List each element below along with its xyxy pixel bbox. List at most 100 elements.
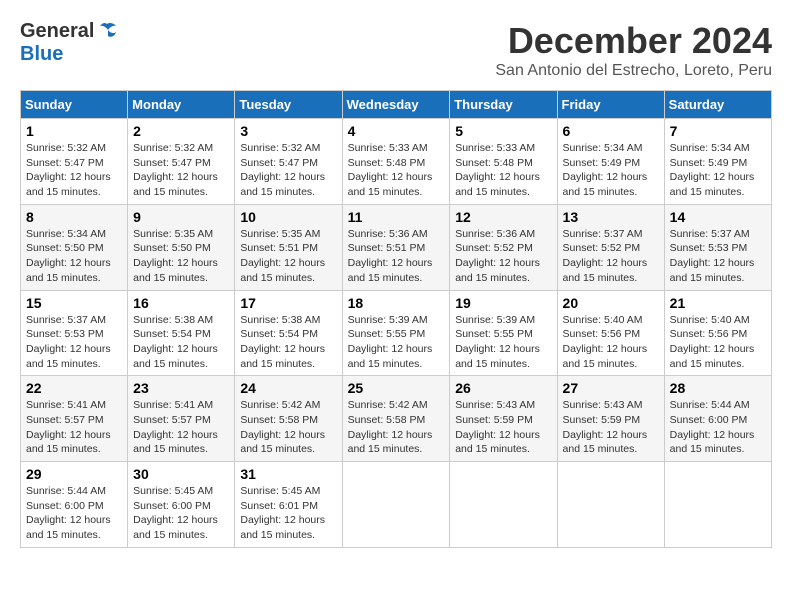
day-number: 6: [563, 123, 659, 139]
calendar-header-row: SundayMondayTuesdayWednesdayThursdayFrid…: [21, 91, 772, 119]
day-info: Sunrise: 5:33 AMSunset: 5:48 PMDaylight:…: [348, 141, 445, 200]
calendar-header-sunday: Sunday: [21, 91, 128, 119]
day-number: 12: [455, 209, 551, 225]
day-info: Sunrise: 5:32 AMSunset: 5:47 PMDaylight:…: [240, 141, 336, 200]
calendar-cell: 4Sunrise: 5:33 AMSunset: 5:48 PMDaylight…: [342, 119, 450, 205]
calendar-cell: 15 Sunrise: 5:37 AMSunset: 5:53 PMDayligh…: [21, 290, 128, 376]
day-info: Sunrise: 5:39 AMSunset: 5:55 PMDaylight:…: [455, 313, 551, 372]
day-info: Sunrise: 5:40 AMSunset: 5:56 PMDaylight:…: [563, 313, 659, 372]
day-info: Sunrise: 5:35 AMSunset: 5:51 PMDaylight:…: [240, 227, 336, 286]
day-number: 9: [133, 209, 229, 225]
location-subtitle: San Antonio del Estrecho, Loreto, Peru: [495, 62, 772, 80]
calendar-table: SundayMondayTuesdayWednesdayThursdayFrid…: [20, 90, 772, 548]
calendar-week-row: 8 Sunrise: 5:34 AMSunset: 5:50 PMDaylight…: [21, 204, 772, 290]
logo: General Blue: [20, 20, 118, 66]
calendar-cell: 22 Sunrise: 5:41 AMSunset: 5:57 PMDayligh…: [21, 376, 128, 462]
day-info: Sunrise: 5:37 AMSunset: 5:53 PMDaylight:…: [26, 313, 122, 372]
calendar-week-row: 15 Sunrise: 5:37 AMSunset: 5:53 PMDayligh…: [21, 290, 772, 376]
day-info: Sunrise: 5:44 AMSunset: 6:00 PMDaylight:…: [26, 484, 122, 543]
calendar-cell: [450, 462, 557, 548]
calendar-cell: 14Sunrise: 5:37 AMSunset: 5:53 PMDayligh…: [664, 204, 771, 290]
day-info: Sunrise: 5:41 AMSunset: 5:57 PMDaylight:…: [26, 398, 122, 457]
logo-blue: Blue: [20, 43, 63, 65]
day-number: 8: [26, 209, 122, 225]
calendar-cell: 31Sunrise: 5:45 AMSunset: 6:01 PMDayligh…: [235, 462, 342, 548]
day-number: 19: [455, 295, 551, 311]
day-number: 16: [133, 295, 229, 311]
day-number: 21: [670, 295, 766, 311]
day-info: Sunrise: 5:35 AMSunset: 5:50 PMDaylight:…: [133, 227, 229, 286]
month-title: December 2024: [495, 20, 772, 62]
day-info: Sunrise: 5:39 AMSunset: 5:55 PMDaylight:…: [348, 313, 445, 372]
day-number: 28: [670, 380, 766, 396]
day-number: 5: [455, 123, 551, 139]
day-info: Sunrise: 5:43 AMSunset: 5:59 PMDaylight:…: [563, 398, 659, 457]
calendar-cell: 26 Sunrise: 5:43 AMSunset: 5:59 PMDayligh…: [450, 376, 557, 462]
calendar-week-row: 29Sunrise: 5:44 AMSunset: 6:00 PMDayligh…: [21, 462, 772, 548]
calendar-week-row: 22 Sunrise: 5:41 AMSunset: 5:57 PMDayligh…: [21, 376, 772, 462]
day-number: 17: [240, 295, 336, 311]
day-info: Sunrise: 5:40 AMSunset: 5:56 PMDaylight:…: [670, 313, 766, 372]
day-number: 27: [563, 380, 659, 396]
day-number: 26: [455, 380, 551, 396]
day-info: Sunrise: 5:44 AMSunset: 6:00 PMDaylight:…: [670, 398, 766, 457]
calendar-cell: 9 Sunrise: 5:35 AMSunset: 5:50 PMDaylight…: [128, 204, 235, 290]
title-area: December 2024 San Antonio del Estrecho, …: [495, 20, 772, 80]
calendar-header-thursday: Thursday: [450, 91, 557, 119]
day-info: Sunrise: 5:42 AMSunset: 5:58 PMDaylight:…: [240, 398, 336, 457]
calendar-header-tuesday: Tuesday: [235, 91, 342, 119]
day-number: 15: [26, 295, 122, 311]
day-info: Sunrise: 5:34 AMSunset: 5:49 PMDaylight:…: [563, 141, 659, 200]
day-number: 14: [670, 209, 766, 225]
logo-bird-icon: [96, 22, 118, 42]
day-info: Sunrise: 5:32 AMSunset: 5:47 PMDaylight:…: [133, 141, 229, 200]
calendar-cell: [664, 462, 771, 548]
day-info: Sunrise: 5:45 AMSunset: 6:00 PMDaylight:…: [133, 484, 229, 543]
day-info: Sunrise: 5:32 AMSunset: 5:47 PMDaylight:…: [26, 141, 122, 200]
day-info: Sunrise: 5:36 AMSunset: 5:52 PMDaylight:…: [455, 227, 551, 286]
calendar-cell: 6 Sunrise: 5:34 AMSunset: 5:49 PMDaylight…: [557, 119, 664, 205]
day-number: 18: [348, 295, 445, 311]
day-info: Sunrise: 5:38 AMSunset: 5:54 PMDaylight:…: [133, 313, 229, 372]
calendar-header-saturday: Saturday: [664, 91, 771, 119]
calendar-cell: 23Sunrise: 5:41 AMSunset: 5:57 PMDayligh…: [128, 376, 235, 462]
calendar-header-wednesday: Wednesday: [342, 91, 450, 119]
calendar-cell: 7Sunrise: 5:34 AMSunset: 5:49 PMDaylight…: [664, 119, 771, 205]
day-info: Sunrise: 5:45 AMSunset: 6:01 PMDaylight:…: [240, 484, 336, 543]
calendar-cell: 20 Sunrise: 5:40 AMSunset: 5:56 PMDayligh…: [557, 290, 664, 376]
calendar-cell: 28 Sunrise: 5:44 AMSunset: 6:00 PMDayligh…: [664, 376, 771, 462]
calendar-cell: 29Sunrise: 5:44 AMSunset: 6:00 PMDayligh…: [21, 462, 128, 548]
calendar-cell: [342, 462, 450, 548]
calendar-cell: 17 Sunrise: 5:38 AMSunset: 5:54 PMDayligh…: [235, 290, 342, 376]
calendar-cell: 11Sunrise: 5:36 AMSunset: 5:51 PMDayligh…: [342, 204, 450, 290]
calendar-cell: 2Sunrise: 5:32 AMSunset: 5:47 PMDaylight…: [128, 119, 235, 205]
calendar-cell: 25 Sunrise: 5:42 AMSunset: 5:58 PMDayligh…: [342, 376, 450, 462]
day-number: 25: [348, 380, 445, 396]
day-info: Sunrise: 5:43 AMSunset: 5:59 PMDaylight:…: [455, 398, 551, 457]
calendar-header-friday: Friday: [557, 91, 664, 119]
calendar-cell: 21 Sunrise: 5:40 AMSunset: 5:56 PMDayligh…: [664, 290, 771, 376]
day-number: 20: [563, 295, 659, 311]
day-number: 3: [240, 123, 336, 139]
calendar-cell: 18 Sunrise: 5:39 AMSunset: 5:55 PMDayligh…: [342, 290, 450, 376]
calendar-cell: [557, 462, 664, 548]
day-info: Sunrise: 5:34 AMSunset: 5:50 PMDaylight:…: [26, 227, 122, 286]
day-info: Sunrise: 5:42 AMSunset: 5:58 PMDaylight:…: [348, 398, 445, 457]
day-number: 22: [26, 380, 122, 396]
calendar-cell: 10 Sunrise: 5:35 AMSunset: 5:51 PMDayligh…: [235, 204, 342, 290]
logo-general: General: [20, 20, 94, 43]
day-info: Sunrise: 5:37 AMSunset: 5:52 PMDaylight:…: [563, 227, 659, 286]
day-info: Sunrise: 5:34 AMSunset: 5:49 PMDaylight:…: [670, 141, 766, 200]
day-number: 30: [133, 466, 229, 482]
calendar-cell: 3 Sunrise: 5:32 AMSunset: 5:47 PMDaylight…: [235, 119, 342, 205]
day-number: 13: [563, 209, 659, 225]
calendar-cell: 30 Sunrise: 5:45 AMSunset: 6:00 PMDayligh…: [128, 462, 235, 548]
calendar-cell: 12 Sunrise: 5:36 AMSunset: 5:52 PMDayligh…: [450, 204, 557, 290]
page-header: General Blue December 2024 San Antonio d…: [20, 20, 772, 80]
calendar-cell: 5 Sunrise: 5:33 AMSunset: 5:48 PMDaylight…: [450, 119, 557, 205]
day-number: 10: [240, 209, 336, 225]
day-info: Sunrise: 5:38 AMSunset: 5:54 PMDaylight:…: [240, 313, 336, 372]
calendar-header-monday: Monday: [128, 91, 235, 119]
calendar-cell: 24Sunrise: 5:42 AMSunset: 5:58 PMDayligh…: [235, 376, 342, 462]
day-info: Sunrise: 5:33 AMSunset: 5:48 PMDaylight:…: [455, 141, 551, 200]
